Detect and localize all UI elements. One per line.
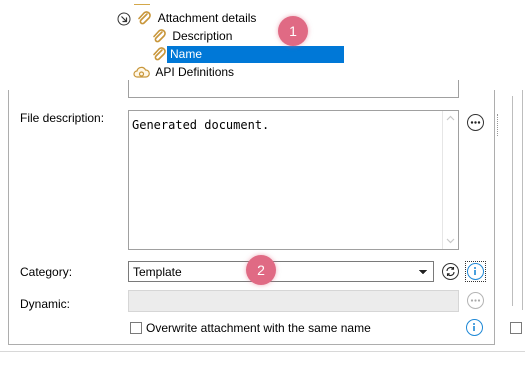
expand-collapse-icon[interactable] [117,12,131,26]
right-panel-edge [512,96,513,306]
file-description-more-button[interactable] [467,114,484,131]
category-dropdown[interactable]: Template [128,261,434,282]
cloud-gear-icon [133,65,150,81]
ellipsis-icon [470,121,481,124]
tree-item-description[interactable]: Description [151,28,232,45]
right-panel-inner-edge [497,114,499,136]
category-refresh-button[interactable] [442,263,459,280]
refresh-icon [446,267,455,276]
tree-item-name[interactable] [151,46,167,63]
chevron-down-icon [418,269,428,275]
tree-item-name-label[interactable]: Name [167,46,344,63]
tree-item-api-definitions[interactable]: API Definitions [133,64,234,81]
tree-item-label: API Definitions [155,65,235,79]
paperclip-icon [151,47,167,63]
textarea-scrollbar[interactable] [442,111,458,249]
tree-item-label: Description [172,29,233,43]
tree-item-label: Attachment details [157,11,257,25]
file-description-value: Generated document. [132,118,270,132]
tree-top-line [134,4,150,5]
right-edge-checkbox[interactable] [510,322,522,334]
scroll-arrows-icon[interactable] [443,111,458,249]
paperclip-icon [136,11,152,27]
paperclip-icon [151,29,167,45]
info-icon [473,323,475,331]
dynamic-more-button[interactable] [467,292,484,309]
annotation-badge-1: 1 [278,16,308,46]
annotation-badge-2: 2 [246,255,276,285]
info-icon [474,267,476,275]
overwrite-info-button[interactable] [466,319,483,336]
category-info-button[interactable] [467,263,484,280]
overwrite-label[interactable]: Overwrite attachment with the same name [146,321,371,335]
category-value: Template [133,265,182,279]
file-description-textarea[interactable]: Generated document. [128,110,459,250]
bottom-separator [0,351,525,352]
dynamic-input [128,290,459,312]
category-label: Category: [20,265,73,279]
ellipsis-icon [470,299,481,302]
tree-item-attachment-details[interactable]: Attachment details [117,10,256,27]
previous-field-textbox[interactable] [128,80,459,98]
right-panel-vertical [522,90,523,310]
dynamic-label: Dynamic: [20,297,71,311]
file-description-label: File description: [20,111,105,125]
overwrite-checkbox[interactable] [130,322,142,334]
